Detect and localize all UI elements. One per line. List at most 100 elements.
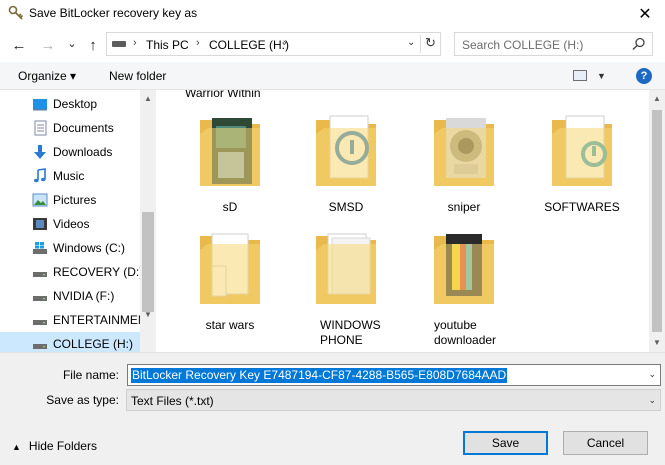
sidebar-item-label: Videos — [53, 217, 90, 231]
sidebar-item-music[interactable]: Music — [0, 164, 140, 188]
address-dropdown-icon[interactable]: ⌄ — [407, 37, 415, 48]
close-button[interactable]: ✕ — [625, 0, 665, 28]
chevron-down-icon[interactable]: ⌄ — [648, 369, 656, 380]
sidebar-item-label: Music — [53, 169, 85, 183]
scroll-up-icon[interactable]: ▲ — [140, 94, 156, 103]
folder-item[interactable]: SMSD — [298, 112, 394, 228]
file-list[interactable]: Warrior Within sD SMSD sniper SOFTWARES … — [160, 90, 649, 352]
documents-icon — [34, 120, 47, 136]
folder-icon — [434, 234, 494, 304]
search-icon — [632, 37, 645, 51]
navigation-pane[interactable]: Desktop Documents Downloads Music Pictur… — [0, 90, 156, 352]
view-options-dropdown-icon[interactable]: ▼ — [597, 71, 606, 81]
search-placeholder: Search COLLEGE (H:) — [462, 38, 584, 52]
address-bar[interactable]: › This PC › COLLEGE (H:) › ⌄ ↻ — [106, 32, 441, 56]
folder-name: SOFTWARES — [544, 200, 620, 214]
back-button[interactable]: ← — [10, 36, 28, 54]
folder-item[interactable]: star wars — [182, 230, 278, 346]
folder-icon — [316, 233, 376, 304]
chevron-down-icon[interactable]: ⌄ — [648, 395, 656, 406]
sidebar-item-label: Desktop — [53, 97, 98, 111]
save-button[interactable]: Save — [463, 431, 548, 455]
scrollbar-thumb[interactable] — [652, 110, 662, 332]
back-arrow-icon: ← — [11, 36, 27, 54]
recent-locations-button[interactable]: ⌄ — [63, 34, 81, 52]
folder-icon — [200, 118, 260, 186]
folder-name: sniper — [447, 200, 481, 214]
sidebar-item-label: Documents — [53, 121, 114, 135]
sidebar-item-desktop[interactable]: Desktop — [0, 92, 140, 116]
sidebar-item-label: Pictures — [53, 193, 97, 207]
hide-folders-label: Hide Folders — [28, 439, 97, 453]
sidebar-item-windows-c[interactable]: Windows (C:) — [0, 236, 140, 260]
change-view-icon[interactable] — [573, 70, 587, 81]
sidebar-item-entertainment[interactable]: ENTERTAINMEN — [0, 308, 147, 332]
forward-button[interactable]: → — [39, 36, 57, 54]
refresh-icon[interactable]: ↻ — [420, 35, 440, 53]
file-name-value[interactable]: BitLocker Recovery Key E7487194-CF87-428… — [131, 368, 508, 383]
sidebar-item-videos[interactable]: Videos — [0, 212, 140, 236]
sidebar-item-label: RECOVERY (D:) — [53, 265, 144, 279]
folder-item[interactable]: youtube downloader — [416, 230, 512, 347]
window-title: Save BitLocker recovery key as — [29, 6, 198, 20]
sidebar-item-college-h[interactable]: COLLEGE (H:) — [0, 332, 140, 352]
save-as-type-select[interactable]: Text Files (*.txt) ⌄ — [126, 389, 661, 411]
sidebar-item-recovery-d[interactable]: RECOVERY (D:) — [0, 260, 144, 284]
up-button[interactable]: ↑ — [84, 36, 102, 54]
drive-icon — [33, 296, 47, 301]
drive-icon — [33, 272, 47, 277]
folder-icon — [200, 233, 260, 304]
navigation-row: ← → ⌄ ↑ › This PC › COLLEGE (H:) › ⌄ ↻ S… — [0, 28, 665, 62]
sidebar-item-label: Downloads — [53, 145, 113, 159]
sidebar-item-label: COLLEGE (H:) — [53, 337, 134, 351]
file-name-field[interactable]: BitLocker Recovery Key E7487194-CF87-428… — [127, 364, 661, 386]
folder-item[interactable]: WINDOWS PHONE — [298, 230, 394, 347]
cancel-button[interactable]: Cancel — [563, 431, 648, 455]
folder-item[interactable]: sniper — [416, 112, 512, 228]
windows-drive-icon — [33, 242, 47, 254]
sidebar-item-label: NVIDIA (F:) — [53, 289, 115, 303]
folder-item[interactable]: SOFTWARES — [534, 112, 630, 228]
new-folder-button[interactable]: New folder — [109, 69, 166, 83]
scroll-down-icon[interactable]: ▼ — [140, 310, 156, 319]
bitlocker-key-icon — [8, 5, 24, 20]
chevron-up-icon: ▲ — [12, 442, 21, 452]
folder-name: WINDOWS PHONE — [320, 318, 381, 347]
forward-arrow-icon: → — [40, 36, 56, 54]
folder-name: SMSD — [328, 200, 364, 214]
search-box[interactable]: Search COLLEGE (H:) — [454, 32, 653, 56]
sidebar-item-nvidia-f[interactable]: NVIDIA (F:) — [0, 284, 140, 308]
drive-icon — [33, 320, 47, 325]
partial-folder-label: Warrior Within — [185, 90, 261, 100]
sidebar-item-downloads[interactable]: Downloads — [0, 140, 140, 164]
breadcrumb-this-pc[interactable]: This PC — [146, 38, 189, 52]
file-list-scrollbar[interactable]: ▲ ▼ — [649, 90, 665, 352]
folder-name: star wars — [205, 318, 255, 332]
folder-icon — [316, 115, 376, 186]
scrollbar-thumb[interactable] — [142, 212, 154, 312]
navigation-scrollbar[interactable]: ▲ ▼ — [140, 90, 156, 352]
breadcrumb-college[interactable]: COLLEGE (H:) — [209, 38, 289, 52]
drive-icon — [112, 41, 126, 47]
save-as-type-value: Text Files (*.txt) — [131, 394, 214, 408]
folder-name: sD — [222, 200, 238, 214]
scroll-down-icon[interactable]: ▼ — [649, 338, 665, 347]
folder-name: youtube downloader — [434, 318, 497, 347]
music-icon — [34, 168, 46, 183]
hide-folders-button[interactable]: ▲ Hide Folders — [12, 439, 97, 453]
organize-button[interactable]: Organize ▾ — [18, 69, 76, 83]
folder-item[interactable]: sD — [182, 112, 278, 228]
sidebar-item-label: Windows (C:) — [53, 241, 126, 255]
sidebar-item-documents[interactable]: Documents — [0, 116, 140, 140]
drive-icon — [33, 344, 47, 349]
folder-icon — [434, 118, 494, 186]
sidebar-item-label: ENTERTAINMEN — [53, 313, 147, 327]
help-icon[interactable]: ? — [636, 68, 652, 84]
scroll-up-icon[interactable]: ▲ — [649, 94, 665, 103]
command-bar: Organize ▾ New folder ▼ ? — [0, 62, 665, 90]
save-form: File name: BitLocker Recovery Key E74871… — [0, 352, 665, 465]
pictures-icon — [32, 193, 48, 207]
up-arrow-icon: ↑ — [89, 36, 97, 54]
sidebar-item-pictures[interactable]: Pictures — [0, 188, 140, 212]
breadcrumb-separator: › — [283, 37, 287, 49]
